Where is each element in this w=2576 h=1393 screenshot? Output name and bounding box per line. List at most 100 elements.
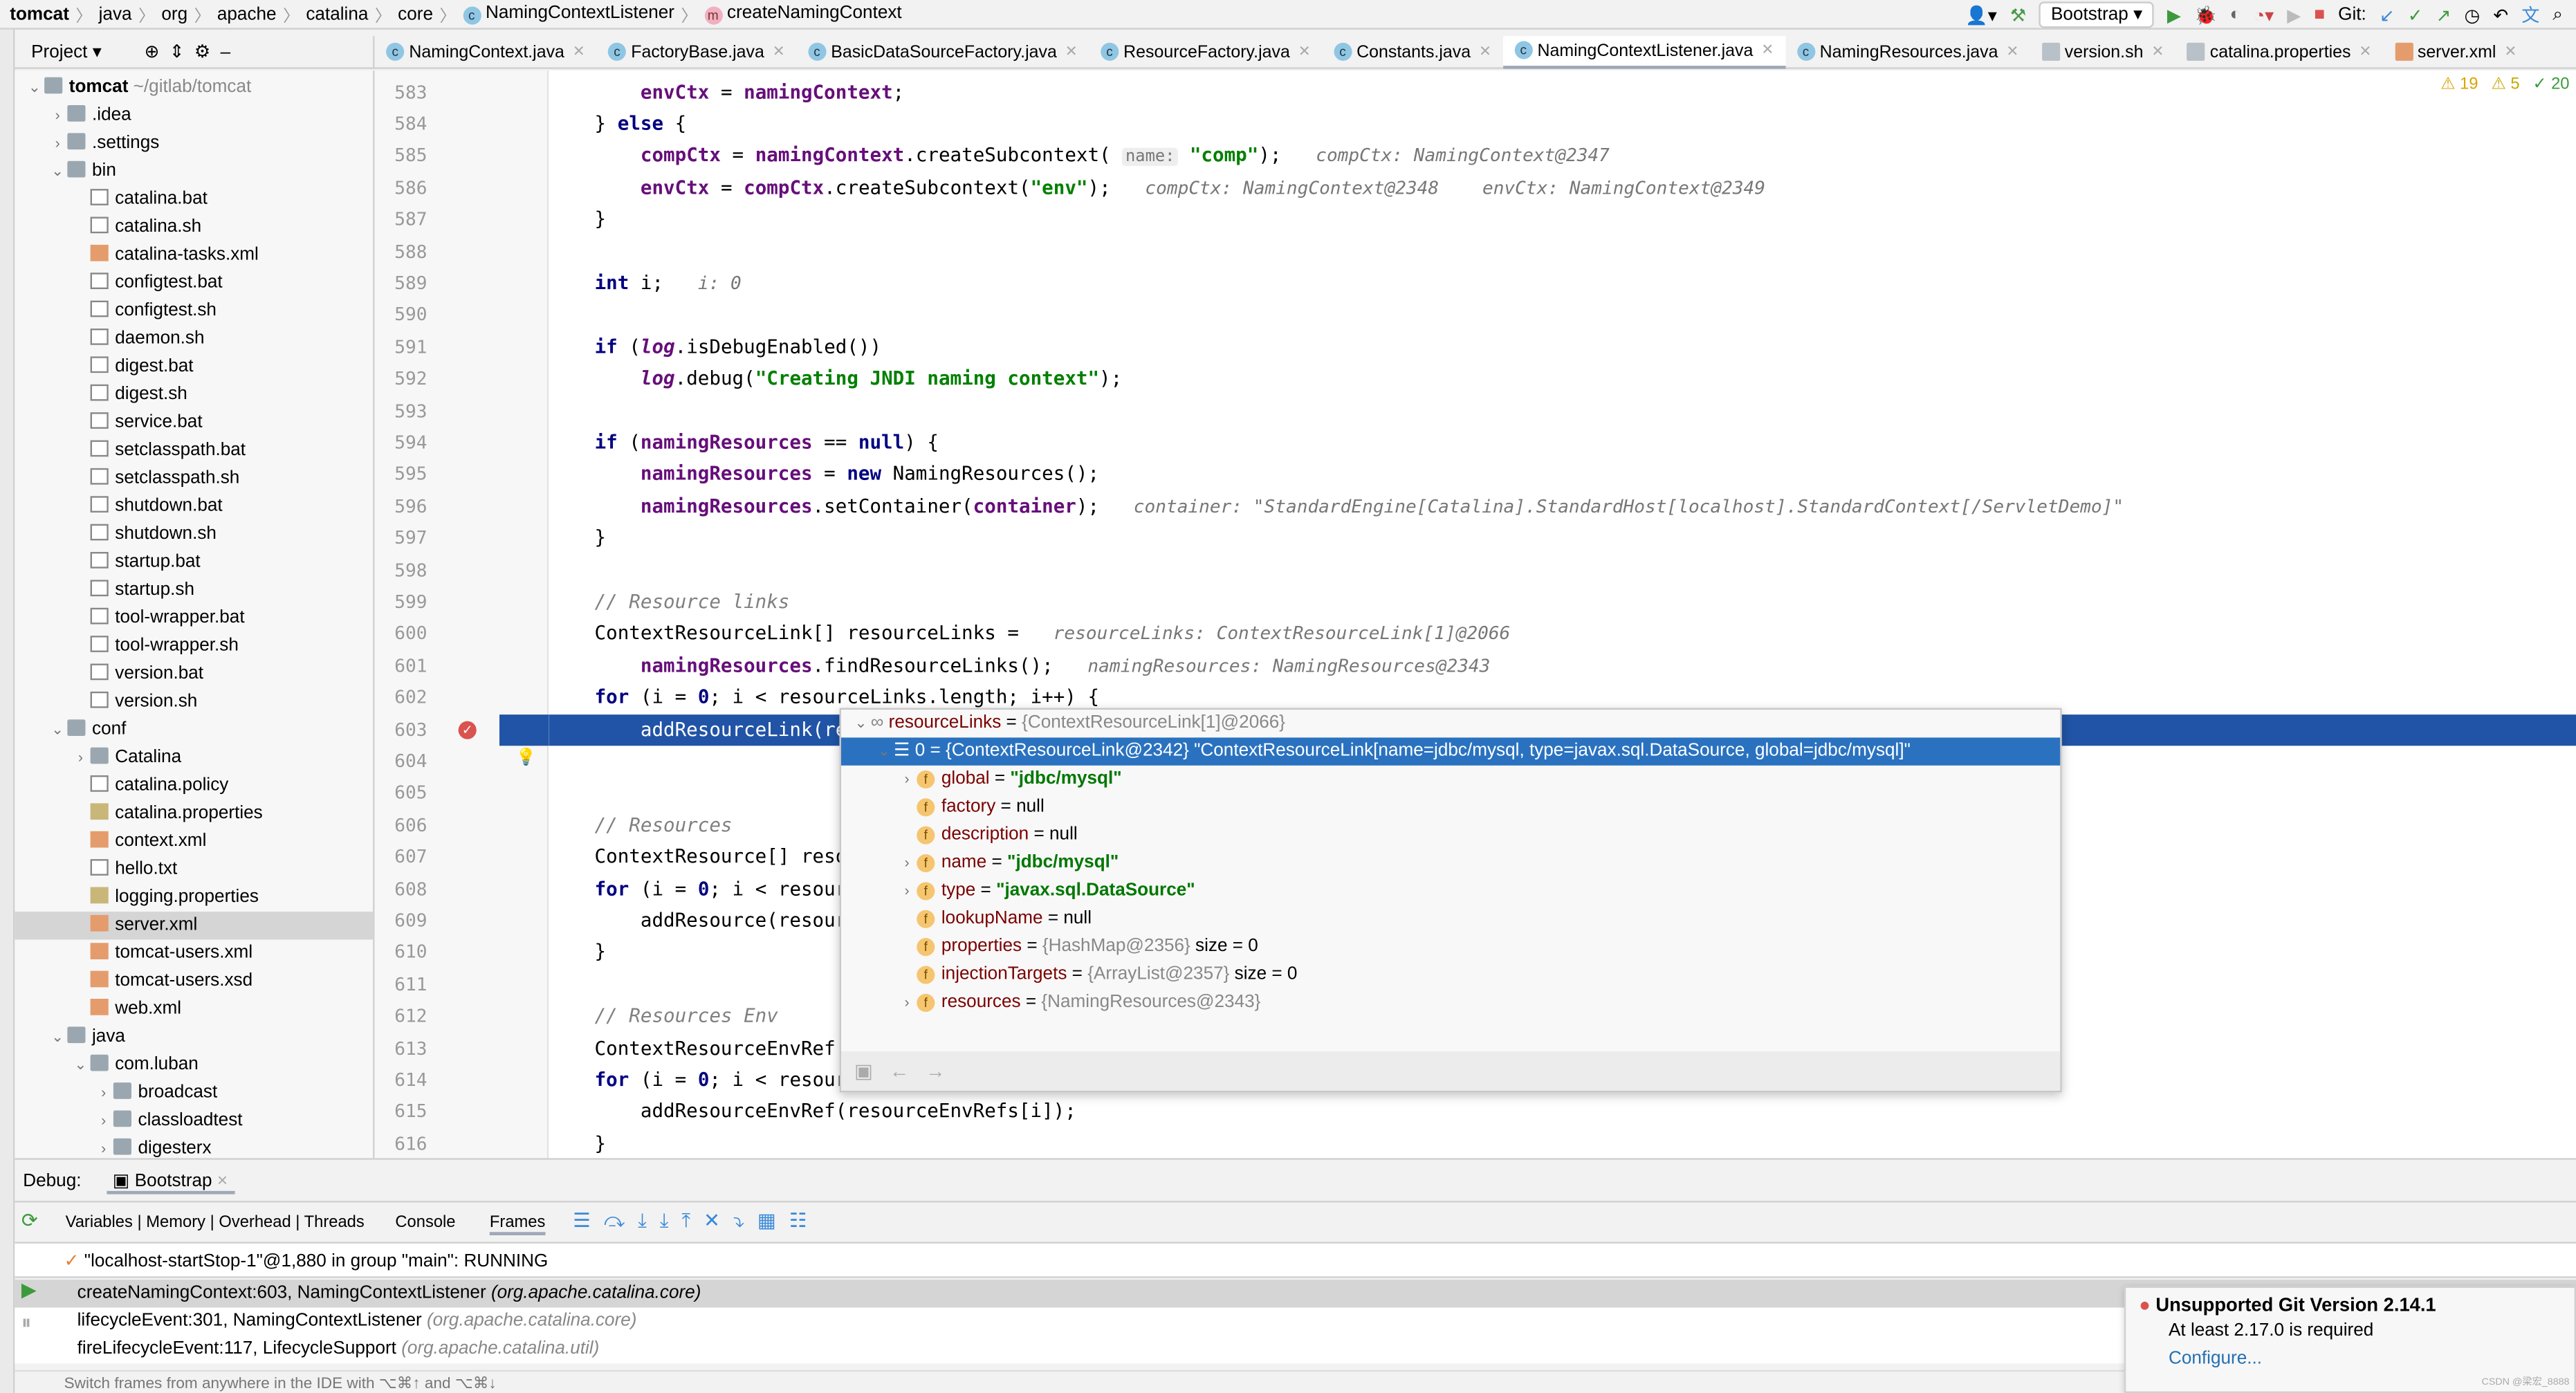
- code-line[interactable]: // Resource links: [549, 587, 2576, 618]
- breadcrumb-item[interactable]: tomcat: [3, 4, 76, 24]
- close-icon[interactable]: ✕: [1298, 43, 1311, 61]
- code-line[interactable]: } else {: [549, 108, 2576, 140]
- close-icon[interactable]: ✕: [1761, 41, 1774, 59]
- git-push-icon[interactable]: ↗: [2436, 4, 2451, 26]
- editor-tab[interactable]: c NamingContextListener.java ✕: [1502, 35, 1785, 68]
- translate-icon[interactable]: 文: [2521, 1, 2539, 28]
- close-icon[interactable]: ✕: [773, 43, 785, 61]
- breadcrumb-item[interactable]: core: [392, 4, 440, 24]
- rollback-icon[interactable]: ↶: [2493, 4, 2508, 26]
- back-icon[interactable]: ←: [890, 1060, 910, 1082]
- tree-item[interactable]: ⌄ tomcat ~/gitlab/tomcat: [15, 74, 373, 102]
- tree-item[interactable]: › digesterx: [15, 1135, 373, 1158]
- chevron-right-icon[interactable]: ›: [93, 1135, 113, 1158]
- breadcrumb-item[interactable]: org: [155, 4, 194, 24]
- tree-item[interactable]: context.xml: [15, 828, 373, 856]
- editor-tab[interactable]: version.sh ✕: [2030, 35, 2175, 68]
- debug-session-tab[interactable]: ▣ Bootstrap ×: [106, 1171, 234, 1194]
- tree-item[interactable]: catalina-tasks.xml: [15, 241, 373, 269]
- inspector-field-row[interactable]: › f resources = {NamingResources@2343}: [841, 989, 2060, 1017]
- close-icon[interactable]: ✕: [1065, 43, 1078, 61]
- tree-item[interactable]: daemon.sh: [15, 325, 373, 353]
- code-line[interactable]: [549, 299, 2576, 331]
- run-config-select[interactable]: Bootstrap ▾: [2039, 1, 2154, 28]
- breadcrumb-item[interactable]: apache: [210, 4, 283, 24]
- resume-icon[interactable]: ▶: [2287, 4, 2301, 26]
- close-icon[interactable]: ✕: [2504, 43, 2517, 61]
- chevron-down-icon[interactable]: ⌄: [48, 158, 68, 185]
- tree-item[interactable]: digest.sh: [15, 381, 373, 409]
- close-icon[interactable]: ✕: [573, 43, 585, 61]
- build-icon[interactable]: ⚒: [2010, 4, 2026, 26]
- editor-gutter[interactable]: 583 584 585 586 587 588 589 590 591 592 593 594 595 5…: [374, 71, 549, 1159]
- inspector-field-row[interactable]: f lookupName = null: [841, 905, 2060, 933]
- code-line[interactable]: }: [549, 204, 2576, 236]
- tree-item[interactable]: shutdown.sh: [15, 521, 373, 548]
- tree-item[interactable]: › .idea: [15, 102, 373, 129]
- resume-program-icon[interactable]: ▶: [21, 1278, 37, 1301]
- editor-tab[interactable]: c NamingResources.java ✕: [1785, 35, 2030, 68]
- code-line[interactable]: [549, 555, 2576, 587]
- hide-icon[interactable]: –: [221, 42, 231, 62]
- close-icon[interactable]: ✕: [2006, 43, 2018, 61]
- code-line[interactable]: ContextResourceLink[] resourceLinks = re…: [549, 618, 2576, 650]
- code-line[interactable]: }: [549, 1128, 2576, 1158]
- tree-item[interactable]: tomcat-users.xml: [15, 940, 373, 968]
- tree-item[interactable]: web.xml: [15, 995, 373, 1023]
- chevron-right-icon[interactable]: ›: [48, 130, 68, 158]
- chevron-right-icon[interactable]: ›: [48, 102, 68, 129]
- chevron-right-icon[interactable]: ›: [93, 1079, 113, 1107]
- tree-item[interactable]: configtest.sh: [15, 297, 373, 325]
- breadcrumb-item[interactable]: java: [92, 4, 138, 24]
- tree-item[interactable]: logging.properties: [15, 884, 373, 912]
- code-line[interactable]: if (namingResources == null) {: [549, 427, 2576, 459]
- inspection-widget[interactable]: ⚠ 19 ⚠ 5 ✓ 20: [2440, 75, 2576, 93]
- gear-icon[interactable]: ⚙: [194, 41, 210, 63]
- breakpoint-icon[interactable]: ✓: [458, 720, 477, 739]
- rerun-icon[interactable]: ⟳: [21, 1209, 38, 1232]
- locate-icon[interactable]: ⊕: [145, 41, 160, 63]
- tree-item[interactable]: setclasspath.bat: [15, 437, 373, 465]
- inspector-field-row[interactable]: › f type = "javax.sql.DataSource": [841, 877, 2060, 905]
- inspector-field-row[interactable]: f injectionTargets = {ArrayList@2357} siz…: [841, 961, 2060, 988]
- chevron-right-icon[interactable]: ›: [897, 766, 917, 793]
- tree-item[interactable]: ⌄ com.luban: [15, 1051, 373, 1079]
- tree-item[interactable]: catalina.bat: [15, 185, 373, 213]
- chevron-down-icon[interactable]: ⌄: [71, 1051, 91, 1079]
- breadcrumb-item[interactable]: catalina: [300, 4, 375, 24]
- tree-item[interactable]: tool-wrapper.sh: [15, 632, 373, 660]
- tree-item[interactable]: startup.sh: [15, 577, 373, 605]
- run-icon[interactable]: ▶: [2167, 4, 2181, 26]
- tab-console[interactable]: Console: [395, 1214, 455, 1232]
- inspector-field-row[interactable]: f factory = null: [841, 793, 2060, 821]
- tree-item[interactable]: › classloadtest: [15, 1107, 373, 1135]
- tree-item[interactable]: catalina.sh: [15, 214, 373, 241]
- tree-item[interactable]: startup.bat: [15, 548, 373, 576]
- pause-icon[interactable]: ⏸: [21, 1311, 31, 1336]
- breadcrumb-item[interactable]: c NamingContextListener: [456, 3, 681, 25]
- git-commit-icon[interactable]: ✓: [2408, 4, 2423, 26]
- tree-item[interactable]: catalina.policy: [15, 772, 373, 800]
- editor-tab[interactable]: catalina.properties ✕: [2175, 35, 2383, 68]
- forward-icon[interactable]: →: [926, 1060, 946, 1082]
- search-icon[interactable]: ⌕: [2552, 4, 2563, 26]
- editor-tab[interactable]: server.xml ✕: [2383, 35, 2528, 68]
- inspector-field-row[interactable]: › f name = "jdbc/mysql": [841, 849, 2060, 877]
- variable-inspector-popup[interactable]: ⌄ ∞ resourceLinks = {ContextResourceLink[…: [839, 708, 2062, 1093]
- tree-item[interactable]: ⌄ java: [15, 1024, 373, 1051]
- stop-icon[interactable]: ■: [2314, 5, 2325, 25]
- code-line[interactable]: [549, 395, 2576, 427]
- close-icon[interactable]: ✕: [1479, 43, 1491, 61]
- tree-item[interactable]: configtest.bat: [15, 270, 373, 297]
- inspector-field-row[interactable]: f description = null: [841, 822, 2060, 849]
- code-line[interactable]: namingResources.findResourceLinks(); nam…: [549, 650, 2576, 682]
- chevron-right-icon[interactable]: ›: [897, 877, 917, 905]
- code-line[interactable]: }: [549, 522, 2576, 554]
- thread-selector[interactable]: ✓ "localhost-startStop-1"@1,880 in group…: [15, 1242, 2576, 1278]
- close-icon[interactable]: ✕: [2359, 43, 2371, 61]
- tree-item[interactable]: shutdown.bat: [15, 493, 373, 521]
- editor-tab[interactable]: c Constants.java ✕: [1322, 35, 1502, 68]
- tree-item[interactable]: setclasspath.sh: [15, 465, 373, 492]
- editor-tab[interactable]: c ResourceFactory.java ✕: [1089, 35, 1322, 68]
- code-line[interactable]: namingResources = new NamingResources();: [549, 459, 2576, 490]
